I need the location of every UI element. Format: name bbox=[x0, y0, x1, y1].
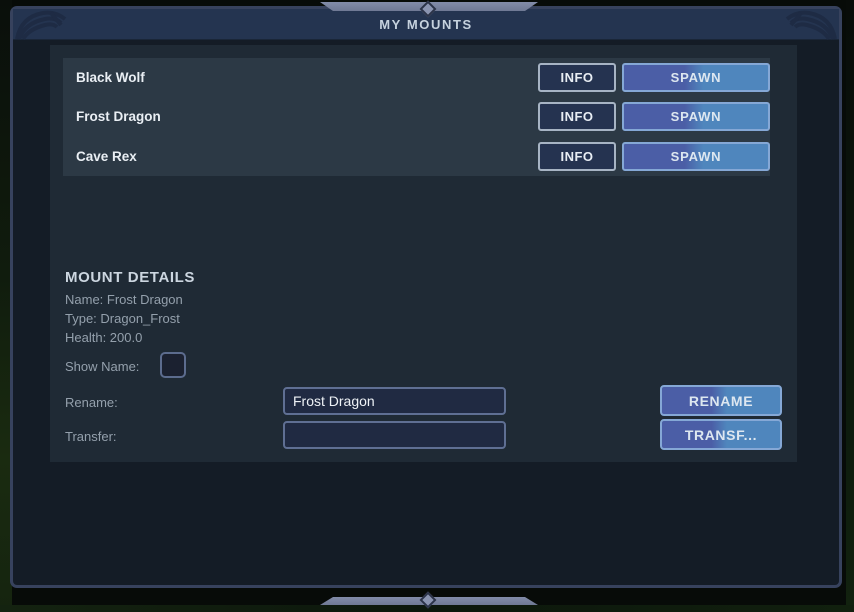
transfer-input[interactable] bbox=[283, 421, 506, 449]
mount-row-actions: INFO SPAWN bbox=[538, 63, 770, 92]
mount-name: Black Wolf bbox=[76, 70, 145, 85]
show-name-label: Show Name: bbox=[65, 359, 139, 374]
spawn-button[interactable]: SPAWN bbox=[622, 63, 770, 92]
info-button[interactable]: INFO bbox=[538, 142, 616, 171]
my-mounts-dialog: MY MOUNTS Black Wolf INFO SPAWN Frost Dr… bbox=[10, 6, 842, 588]
mount-row: Black Wolf INFO SPAWN bbox=[63, 58, 770, 97]
corner-filigree-icon bbox=[779, 9, 837, 43]
rename-button[interactable]: RENAME bbox=[660, 385, 782, 416]
dialog-content-panel: Black Wolf INFO SPAWN Frost Dragon INFO … bbox=[50, 45, 797, 462]
transfer-button[interactable]: TRANSF... bbox=[660, 419, 782, 450]
mount-name: Cave Rex bbox=[76, 149, 137, 164]
mount-row: Cave Rex INFO SPAWN bbox=[63, 137, 770, 176]
mount-row: Frost Dragon INFO SPAWN bbox=[63, 97, 770, 136]
mount-details-heading: MOUNT DETAILS bbox=[65, 269, 195, 286]
detail-name-line: Name: Frost Dragon bbox=[65, 292, 183, 307]
info-button[interactable]: INFO bbox=[538, 63, 616, 92]
transfer-label: Transfer: bbox=[65, 429, 117, 444]
mount-row-actions: INFO SPAWN bbox=[538, 102, 770, 131]
mount-list: Black Wolf INFO SPAWN Frost Dragon INFO … bbox=[63, 58, 770, 176]
show-name-checkbox[interactable] bbox=[160, 352, 186, 378]
rename-label: Rename: bbox=[65, 395, 118, 410]
spawn-button[interactable]: SPAWN bbox=[622, 142, 770, 171]
info-button[interactable]: INFO bbox=[538, 102, 616, 131]
rename-input[interactable] bbox=[283, 387, 506, 415]
detail-type-line: Type: Dragon_Frost bbox=[65, 311, 180, 326]
spawn-button[interactable]: SPAWN bbox=[622, 102, 770, 131]
detail-health-line: Health: 200.0 bbox=[65, 330, 142, 345]
mount-name: Frost Dragon bbox=[76, 109, 161, 124]
dialog-title: MY MOUNTS bbox=[379, 17, 473, 32]
corner-filigree-icon bbox=[15, 9, 73, 43]
game-world-edge-right bbox=[846, 0, 854, 612]
mount-row-actions: INFO SPAWN bbox=[538, 142, 770, 171]
